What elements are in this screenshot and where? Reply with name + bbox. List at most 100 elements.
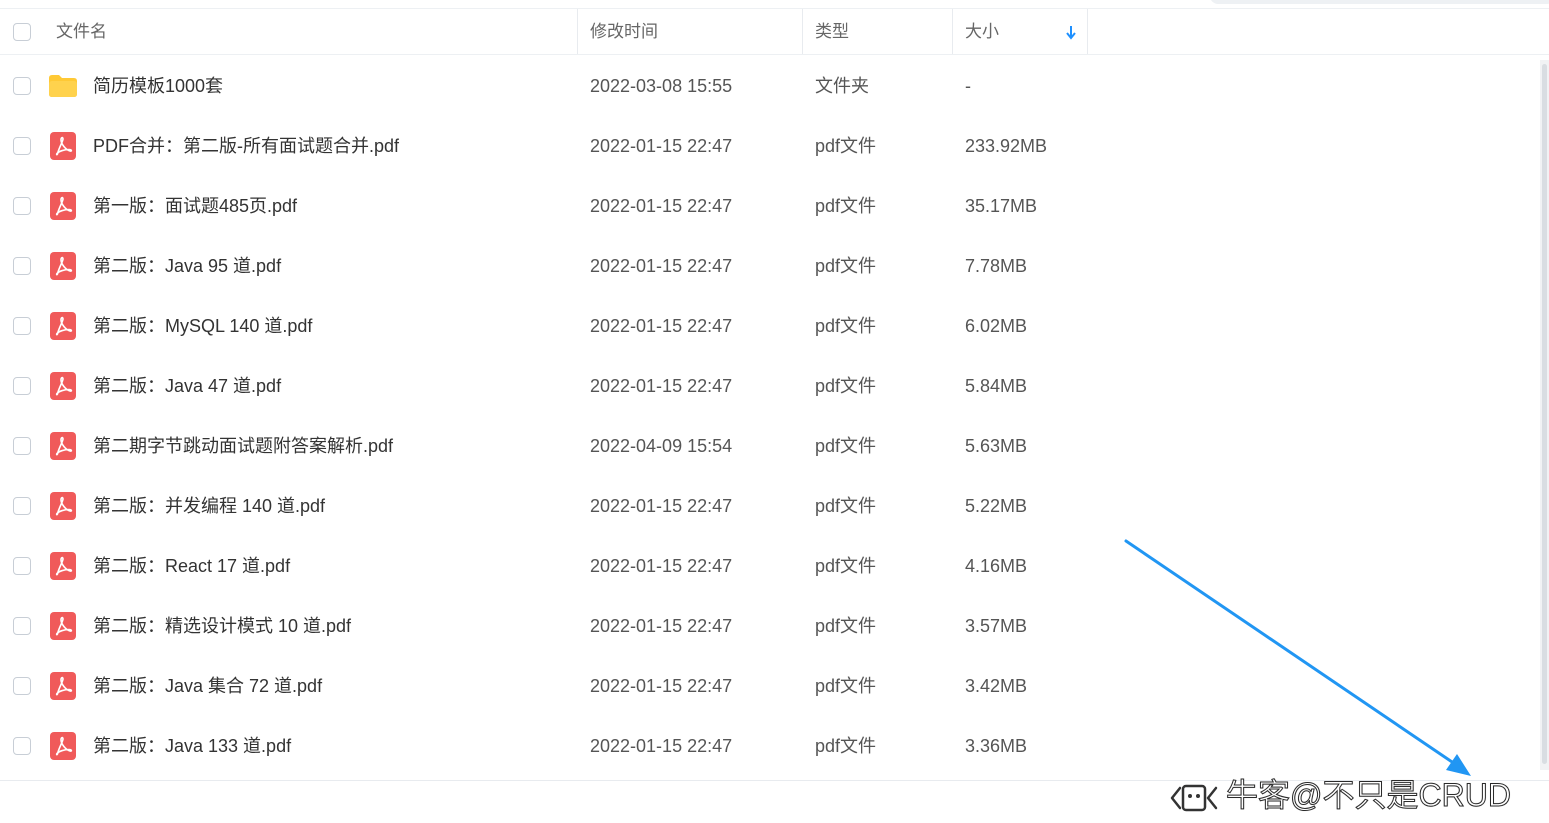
pdf-icon — [50, 132, 76, 160]
arrow-down-icon[interactable] — [1064, 23, 1078, 41]
pdf-icon — [50, 672, 76, 700]
select-all-checkbox[interactable] — [13, 23, 31, 41]
pdf-icon — [50, 372, 76, 400]
table-row[interactable]: 第二版：Java 133 道.pdf 2022-01-15 22:47 pdf文件 3… — [0, 716, 1549, 776]
file-type: pdf文件 — [815, 196, 877, 216]
row-checkbox[interactable] — [13, 317, 31, 335]
file-size: 5.63MB — [965, 436, 1028, 456]
row-checkbox[interactable] — [13, 437, 31, 455]
column-header-name[interactable]: 文件名 — [56, 9, 107, 54]
file-modified-time: 2022-01-15 22:47 — [590, 256, 733, 276]
table-row[interactable]: 第二版：Java 47 道.pdf 2022-01-15 22:47 pdf文件 5.… — [0, 356, 1549, 416]
file-modified-time: 2022-01-15 22:47 — [590, 556, 733, 576]
file-size: 3.36MB — [965, 736, 1028, 756]
file-name-link[interactable]: 简历模板1000套 — [93, 56, 223, 116]
table-row[interactable]: 第二版：Java 95 道.pdf 2022-01-15 22:47 pdf文件 7.… — [0, 236, 1549, 296]
file-modified-time: 2022-03-08 15:55 — [590, 76, 733, 96]
table-row[interactable]: 第二版：React 17 道.pdf 2022-01-15 22:47 pdf文件 4… — [0, 536, 1549, 596]
file-size: 5.84MB — [965, 376, 1028, 396]
file-type: pdf文件 — [815, 496, 877, 516]
file-size: 5.22MB — [965, 496, 1028, 516]
pdf-icon — [50, 552, 76, 580]
row-checkbox[interactable] — [13, 137, 31, 155]
file-modified-time: 2022-01-15 22:47 — [590, 136, 733, 156]
column-header-size[interactable]: 大小 — [965, 9, 999, 54]
table-row[interactable]: 第二版：Java 集合 72 道.pdf 2022-01-15 22:47 pdf文… — [0, 656, 1549, 716]
row-checkbox[interactable] — [13, 737, 31, 755]
pdf-icon — [50, 252, 76, 280]
file-name-link[interactable]: 第二版：React 17 道.pdf — [93, 536, 290, 596]
row-checkbox[interactable] — [13, 257, 31, 275]
file-size: 35.17MB — [965, 196, 1038, 216]
table-row[interactable]: 第二期字节跳动面试题附答案解析.pdf 2022-04-09 15:54 pdf文件… — [0, 416, 1549, 476]
table-row[interactable]: 第一版：面试题485页.pdf 2022-01-15 22:47 pdf文件 35.1… — [0, 176, 1549, 236]
file-size: 3.57MB — [965, 616, 1028, 636]
file-type: pdf文件 — [815, 256, 877, 276]
column-header-modified[interactable]: 修改时间 — [590, 9, 658, 54]
pdf-icon — [50, 192, 76, 220]
file-type: pdf文件 — [815, 556, 877, 576]
column-divider[interactable] — [1087, 9, 1088, 54]
row-checkbox[interactable] — [13, 557, 31, 575]
pdf-icon — [50, 732, 76, 760]
column-header-type[interactable]: 类型 — [815, 9, 849, 54]
file-type: pdf文件 — [815, 316, 877, 336]
column-divider[interactable] — [952, 9, 953, 54]
pdf-icon — [50, 312, 76, 340]
table-row[interactable]: PDF合并：第二版-所有面试题合并.pdf 2022-01-15 22:47 pdf… — [0, 116, 1549, 176]
search-box-edge[interactable] — [1210, 0, 1549, 4]
file-name-link[interactable]: 第二版：Java 47 道.pdf — [93, 356, 281, 416]
file-type: pdf文件 — [815, 376, 877, 396]
pdf-icon — [50, 492, 76, 520]
table-row[interactable]: 第二版：并发编程 140 道.pdf 2022-01-15 22:47 pdf文件 5… — [0, 476, 1549, 536]
file-name-link[interactable]: 第二版：Java 95 道.pdf — [93, 236, 281, 296]
file-list-header: 文件名 修改时间 类型 大小 — [0, 9, 1549, 55]
file-name-link[interactable]: 第二版：Java 133 道.pdf — [93, 716, 291, 776]
row-checkbox[interactable] — [13, 77, 31, 95]
table-row[interactable]: 第二版：MySQL 140 道.pdf 2022-01-15 22:47 pdf文件… — [0, 296, 1549, 356]
file-name-link[interactable]: 第二版：并发编程 140 道.pdf — [93, 476, 325, 536]
file-type: pdf文件 — [815, 736, 877, 756]
file-size: 3.42MB — [965, 676, 1028, 696]
file-size: 7.78MB — [965, 256, 1028, 276]
file-modified-time: 2022-01-15 22:47 — [590, 736, 733, 756]
file-type: pdf文件 — [815, 436, 877, 456]
nowcoder-logo-icon — [1170, 784, 1218, 811]
file-browser: 文件名 修改时间 类型 大小 简历模板1000套 2022-03-08 15:55… — [0, 0, 1549, 823]
column-divider[interactable] — [577, 9, 578, 54]
file-modified-time: 2022-01-15 22:47 — [590, 376, 733, 396]
file-modified-time: 2022-01-15 22:47 — [590, 676, 733, 696]
table-row[interactable]: 第二版：精选设计模式 10 道.pdf 2022-01-15 22:47 pdf文件… — [0, 596, 1549, 656]
file-type: pdf文件 — [815, 676, 877, 696]
pdf-icon — [50, 432, 76, 460]
watermark-text: 牛客@不只是CRUD — [1226, 777, 1512, 814]
file-size: 233.92MB — [965, 136, 1048, 156]
row-checkbox[interactable] — [13, 197, 31, 215]
column-divider[interactable] — [802, 9, 803, 54]
row-checkbox[interactable] — [13, 677, 31, 695]
file-modified-time: 2022-01-15 22:47 — [590, 316, 733, 336]
file-name-link[interactable]: 第一版：面试题485页.pdf — [93, 176, 297, 236]
file-modified-time: 2022-01-15 22:47 — [590, 196, 733, 216]
file-size: 4.16MB — [965, 556, 1028, 576]
file-type: 文件夹 — [815, 76, 869, 96]
pdf-icon — [50, 612, 76, 640]
watermark: 牛客@不只是CRUD — [1168, 770, 1511, 820]
file-name-link[interactable]: 第二版：Java 集合 72 道.pdf — [93, 656, 322, 716]
row-checkbox[interactable] — [13, 617, 31, 635]
file-size: 6.02MB — [965, 316, 1028, 336]
file-modified-time: 2022-01-15 22:47 — [590, 496, 733, 516]
file-type: pdf文件 — [815, 616, 877, 636]
file-name-link[interactable]: 第二版：精选设计模式 10 道.pdf — [93, 596, 351, 656]
row-checkbox[interactable] — [13, 377, 31, 395]
row-checkbox[interactable] — [13, 497, 31, 515]
file-size: - — [965, 76, 971, 96]
scrollbar-thumb[interactable] — [1542, 64, 1547, 764]
file-modified-time: 2022-01-15 22:47 — [590, 616, 733, 636]
file-name-link[interactable]: 第二期字节跳动面试题附答案解析.pdf — [93, 416, 393, 476]
folder-icon — [48, 74, 78, 98]
file-name-link[interactable]: PDF合并：第二版-所有面试题合并.pdf — [93, 116, 399, 176]
file-name-link[interactable]: 第二版：MySQL 140 道.pdf — [93, 296, 312, 356]
file-type: pdf文件 — [815, 136, 877, 156]
table-row[interactable]: 简历模板1000套 2022-03-08 15:55 文件夹 - — [0, 56, 1549, 116]
